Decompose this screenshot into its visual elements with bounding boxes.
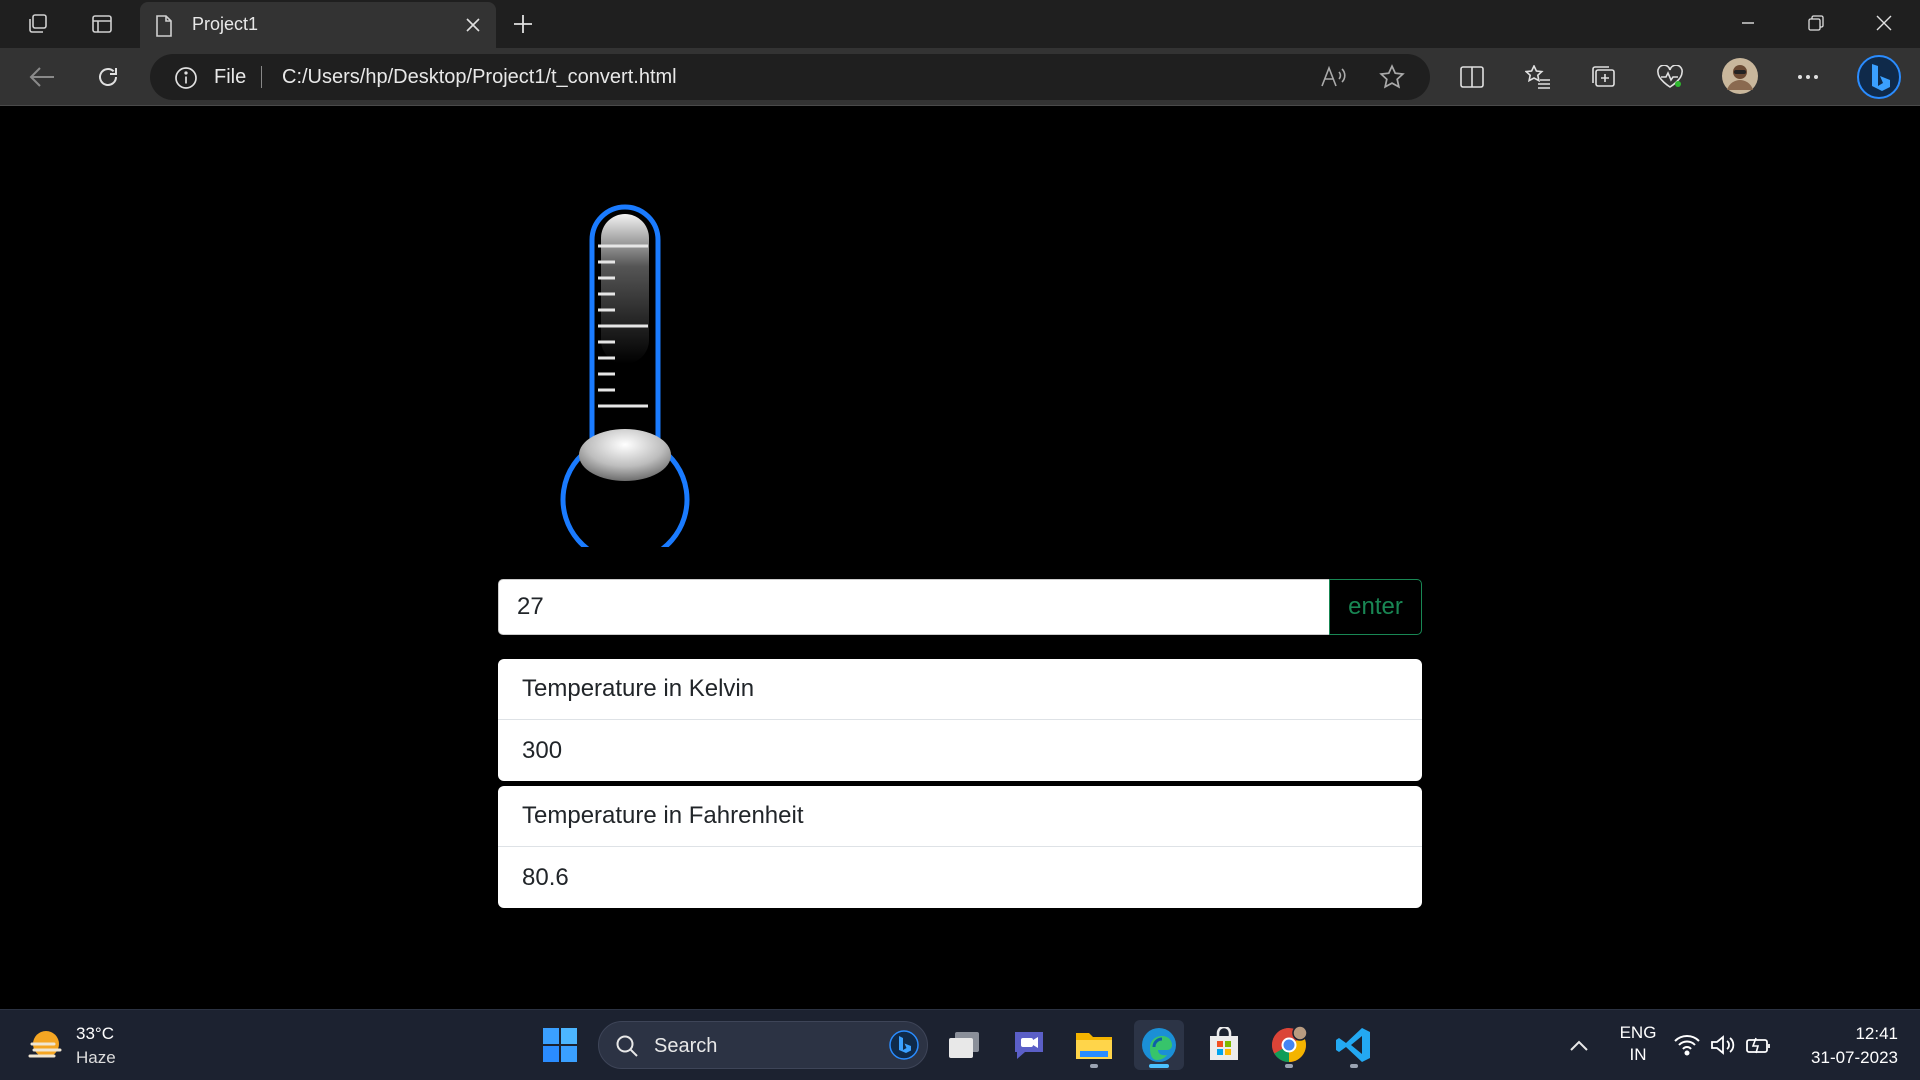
taskbar: 33°C Haze Search ENG IN 12:41 31-07-2023 xyxy=(0,1009,1920,1080)
address-bar[interactable]: File C:/Users/hp/Desktop/Project1/t_conv… xyxy=(150,54,1430,100)
minimize-button[interactable] xyxy=(1714,0,1782,46)
restore-button[interactable] xyxy=(1782,0,1850,46)
tab-close-button[interactable] xyxy=(458,10,488,40)
favorite-button[interactable] xyxy=(1376,61,1408,93)
language-code: ENG xyxy=(1619,1023,1657,1042)
workspaces-button[interactable] xyxy=(18,8,58,40)
battery-icon xyxy=(1746,1037,1770,1054)
address-separator xyxy=(261,66,262,88)
language-indicator[interactable]: ENG IN xyxy=(1614,1022,1662,1066)
refresh-button[interactable] xyxy=(88,57,128,97)
restore-icon xyxy=(1808,15,1824,31)
taskbar-search[interactable]: Search xyxy=(598,1021,928,1069)
favorites-button[interactable] xyxy=(1518,57,1558,97)
close-icon xyxy=(1876,15,1892,31)
fahrenheit-value: 80.6 xyxy=(522,863,569,891)
info-icon xyxy=(175,67,197,89)
close-window-button[interactable] xyxy=(1850,0,1918,46)
running-indicator xyxy=(1285,1064,1293,1068)
chevron-up-icon xyxy=(1570,1040,1588,1051)
minimize-icon xyxy=(1742,22,1754,24)
edge-button[interactable] xyxy=(1134,1020,1184,1070)
kelvin-result-card: Temperature in Kelvin 300 xyxy=(498,659,1422,781)
thermometer-icon xyxy=(560,204,690,547)
weather-widget[interactable]: 33°C Haze xyxy=(26,1024,156,1068)
new-tab-button[interactable] xyxy=(506,8,540,40)
weather-condition: Haze xyxy=(76,1048,116,1067)
collections-icon xyxy=(1592,66,1615,87)
enter-button[interactable]: enter xyxy=(1329,579,1422,635)
fahrenheit-label: Temperature in Fahrenheit xyxy=(498,786,1422,847)
clock-time: 12:41 xyxy=(1855,1024,1898,1043)
chrome-icon xyxy=(1272,1025,1308,1062)
store-icon xyxy=(1210,1027,1238,1060)
vscode-icon xyxy=(1336,1028,1370,1062)
read-aloud-button[interactable] xyxy=(1318,61,1350,93)
running-indicator xyxy=(1090,1064,1098,1068)
edge-icon xyxy=(1142,1028,1176,1062)
browser-essentials-button[interactable] xyxy=(1650,57,1690,97)
start-button[interactable] xyxy=(535,1020,585,1070)
close-icon xyxy=(466,18,480,32)
tab-strip: Project1 xyxy=(0,0,1920,48)
haze-icon xyxy=(28,1031,62,1058)
show-hidden-icons-button[interactable] xyxy=(1555,1020,1603,1070)
windows-logo-icon xyxy=(543,1028,577,1062)
arrow-left-icon xyxy=(29,67,54,87)
page-favicon-icon xyxy=(156,15,172,37)
bing-icon xyxy=(1857,55,1901,99)
vertical-tabs-button[interactable] xyxy=(82,8,122,40)
chat-icon xyxy=(1015,1032,1043,1059)
page-content: enter Temperature in Kelvin 300 Temperat… xyxy=(0,107,1920,1009)
temperature-input-group: enter xyxy=(498,579,1422,635)
clock-date: 31-07-2023 xyxy=(1811,1048,1898,1067)
fahrenheit-result-card: Temperature in Fahrenheit 80.6 xyxy=(498,786,1422,908)
favorites-list-icon xyxy=(1525,65,1550,89)
star-icon xyxy=(1379,64,1405,89)
teams-chat-button[interactable] xyxy=(1004,1020,1054,1070)
scheme-label[interactable]: File xyxy=(214,66,246,89)
read-aloud-icon xyxy=(1321,66,1346,87)
task-view-button[interactable] xyxy=(939,1020,989,1070)
active-indicator xyxy=(1149,1064,1169,1068)
system-tray-status[interactable] xyxy=(1668,1020,1778,1070)
heart-pulse-icon xyxy=(1657,65,1683,88)
browser-toolbar: File C:/Users/hp/Desktop/Project1/t_conv… xyxy=(0,48,1920,106)
region-code: IN xyxy=(1629,1045,1647,1064)
kelvin-label: Temperature in Kelvin xyxy=(498,659,1422,720)
bing-icon xyxy=(889,1030,919,1060)
taskbar-clock[interactable]: 12:41 31-07-2023 xyxy=(1811,1022,1898,1070)
avatar-icon xyxy=(1722,58,1758,94)
back-button[interactable] xyxy=(22,57,62,97)
store-button[interactable] xyxy=(1199,1020,1249,1070)
task-view-icon xyxy=(949,1032,979,1058)
copilot-button[interactable] xyxy=(1856,54,1902,100)
tab-actions-icon xyxy=(92,15,112,33)
collections-button[interactable] xyxy=(1584,57,1624,97)
active-tab[interactable]: Project1 xyxy=(140,2,496,48)
workspaces-icon xyxy=(29,14,47,33)
profile-avatar[interactable] xyxy=(1720,56,1760,96)
url-text[interactable]: C:/Users/hp/Desktop/Project1/t_convert.h… xyxy=(282,66,677,89)
settings-more-button[interactable] xyxy=(1788,57,1828,97)
celsius-input[interactable] xyxy=(498,579,1330,635)
tab-title: Project1 xyxy=(192,14,259,34)
running-indicator xyxy=(1350,1064,1358,1068)
split-screen-icon xyxy=(1460,66,1484,88)
search-icon xyxy=(616,1035,638,1057)
search-label: Search xyxy=(654,1035,718,1057)
wifi-icon xyxy=(1674,1035,1700,1056)
more-dots-icon xyxy=(1798,75,1818,79)
kelvin-value: 300 xyxy=(522,736,563,764)
refresh-icon xyxy=(99,68,117,86)
plus-icon xyxy=(514,15,532,33)
file-explorer-button[interactable] xyxy=(1069,1020,1119,1070)
vscode-button[interactable] xyxy=(1329,1020,1379,1070)
chrome-button[interactable] xyxy=(1264,1020,1314,1070)
weather-temperature: 33°C xyxy=(76,1024,114,1043)
volume-icon xyxy=(1711,1035,1735,1055)
folder-icon xyxy=(1076,1033,1112,1059)
split-screen-button[interactable] xyxy=(1452,57,1492,97)
